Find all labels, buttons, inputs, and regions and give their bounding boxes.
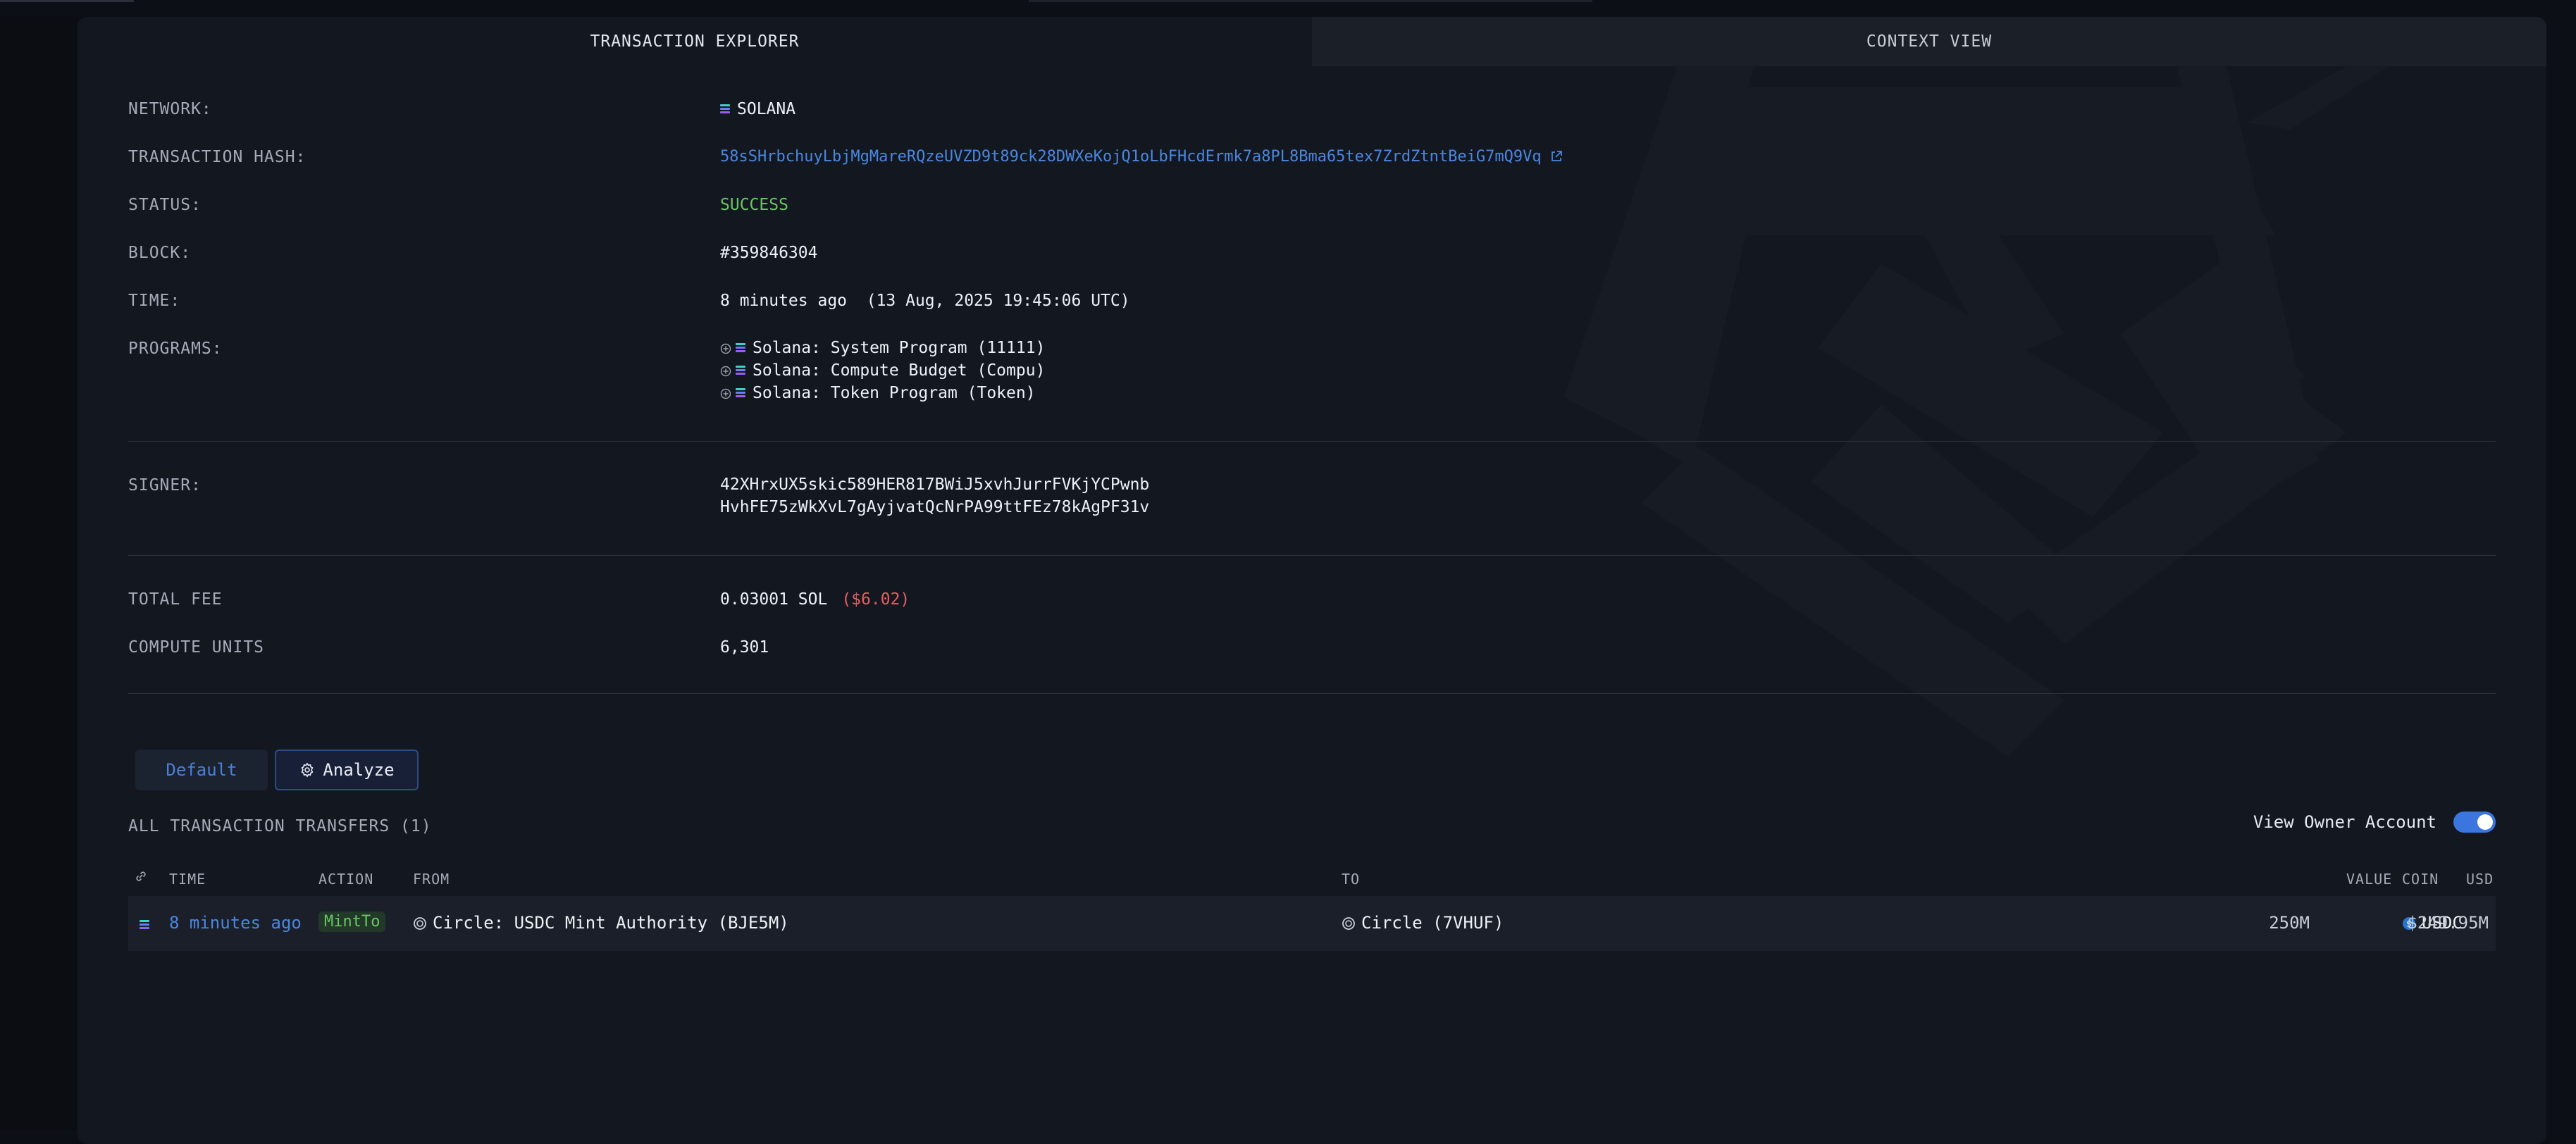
col-usd[interactable]: USD bbox=[2466, 871, 2494, 888]
owner-account-toggle[interactable] bbox=[2453, 812, 2496, 833]
analyze-button[interactable]: Analyze bbox=[275, 750, 419, 790]
circle-logo-icon bbox=[414, 917, 426, 930]
transaction-hash-link[interactable]: 58sSHrbchuyLbjMgMareRQzeUVZD9t89ck28DWXe… bbox=[720, 148, 1563, 166]
programs-label: PROGRAMS: bbox=[128, 340, 223, 358]
row-time: TIME: 8 minutes ago (13 Aug, 2025 19:45:… bbox=[128, 292, 2496, 320]
row-time-link[interactable]: 8 minutes ago bbox=[169, 913, 302, 933]
transaction-panel: TRANSACTION EXPLORER CONTEXT VIEW NETWOR… bbox=[78, 17, 2546, 1144]
owner-toggle-label: View Owner Account bbox=[2253, 812, 2436, 832]
link-icon bbox=[134, 869, 148, 887]
plus-circle-icon[interactable] bbox=[720, 366, 731, 377]
owner-account-toggle-group: View Owner Account bbox=[2253, 812, 2496, 833]
compute-value: 6,301 bbox=[720, 638, 769, 657]
row-signer: SIGNER: 42XHrxUX5skic589HER817BWiJ5xvhJu… bbox=[128, 473, 2496, 533]
signer-label: SIGNER: bbox=[128, 476, 202, 495]
tab-bar: TRANSACTION EXPLORER CONTEXT VIEW bbox=[78, 17, 2546, 66]
status-badge: SUCCESS bbox=[720, 196, 788, 214]
action-badge: MintTo bbox=[318, 912, 386, 932]
row-network: NETWORK: SOLANA bbox=[128, 100, 2496, 128]
to-address[interactable]: Circle (7VHUF) bbox=[1342, 913, 1504, 933]
plus-circle-icon[interactable] bbox=[720, 388, 731, 399]
col-to[interactable]: TO bbox=[1342, 871, 1360, 888]
default-button[interactable]: Default bbox=[135, 750, 268, 790]
fee-usd: ($6.02) bbox=[841, 590, 910, 609]
external-link-icon[interactable] bbox=[1550, 150, 1563, 163]
transfers-title: ALL TRANSACTION TRANSFERS (1) bbox=[128, 817, 432, 835]
row-value: 250M bbox=[2269, 913, 2310, 933]
signer-value[interactable]: 42XHrxUX5skic589HER817BWiJ5xvhJurrFVKjYC… bbox=[720, 473, 1149, 518]
fee-label: TOTAL FEE bbox=[128, 590, 223, 609]
solana-icon bbox=[736, 342, 745, 354]
col-from[interactable]: FROM bbox=[413, 871, 450, 888]
time-label: TIME: bbox=[128, 292, 181, 310]
row-compute-units: COMPUTE UNITS 6,301 bbox=[128, 638, 2496, 666]
toggle-knob bbox=[2477, 814, 2493, 830]
solana-icon bbox=[140, 914, 149, 934]
status-label: STATUS: bbox=[128, 196, 202, 214]
program-item[interactable]: Solana: Compute Budget (Compu) bbox=[720, 359, 1045, 382]
tab-transaction-explorer[interactable]: TRANSACTION EXPLORER bbox=[78, 17, 1312, 66]
compute-label: COMPUTE UNITS bbox=[128, 638, 265, 657]
divider bbox=[128, 555, 2496, 556]
circle-logo-icon bbox=[1342, 917, 1355, 930]
row-status: STATUS: SUCCESS bbox=[128, 196, 2496, 224]
fee-value: 0.03001 SOL ($6.02) bbox=[720, 590, 910, 609]
row-block: BLOCK: #359846304 bbox=[128, 244, 2496, 272]
from-address[interactable]: Circle: USDC Mint Authority (BJE5M) bbox=[413, 913, 789, 933]
plus-circle-icon[interactable] bbox=[720, 343, 731, 354]
col-value[interactable]: VALUE bbox=[2346, 871, 2392, 888]
programs-list: Solana: System Program (11111) Solana: C… bbox=[720, 337, 1045, 404]
gear-icon bbox=[301, 762, 314, 778]
transfers-table-header: TIME ACTION FROM TO VALUE COIN USD bbox=[128, 868, 2496, 896]
col-time[interactable]: TIME bbox=[169, 871, 206, 888]
hash-label: TRANSACTION HASH: bbox=[128, 148, 306, 166]
time-value: 8 minutes ago (13 Aug, 2025 19:45:06 UTC… bbox=[720, 292, 1130, 310]
watermark-logo bbox=[1564, 66, 2389, 757]
solana-icon bbox=[720, 104, 730, 115]
table-row[interactable]: 8 minutes ago MintTo Circle: USDC Mint A… bbox=[128, 896, 2496, 951]
solana-icon bbox=[736, 365, 745, 376]
block-label: BLOCK: bbox=[128, 244, 192, 262]
divider bbox=[128, 441, 2496, 442]
program-item[interactable]: Solana: System Program (11111) bbox=[720, 337, 1045, 359]
row-transaction-hash: TRANSACTION HASH: 58sSHrbchuyLbjMgMareRQ… bbox=[128, 148, 2496, 176]
program-item[interactable]: Solana: Token Program (Token) bbox=[720, 382, 1045, 404]
network-label: NETWORK: bbox=[128, 100, 212, 118]
row-programs: PROGRAMS: Solana: System Program (11111)… bbox=[128, 337, 2496, 424]
top-strip bbox=[0, 0, 2576, 15]
network-value: SOLANA bbox=[720, 100, 795, 118]
col-coin[interactable]: COIN bbox=[2402, 871, 2439, 888]
block-value: #359846304 bbox=[720, 244, 818, 262]
left-gutter bbox=[0, 15, 78, 1130]
row-total-fee: TOTAL FEE 0.03001 SOL ($6.02) bbox=[128, 590, 2496, 618]
tab-context-view[interactable]: CONTEXT VIEW bbox=[1312, 17, 2546, 66]
col-action[interactable]: ACTION bbox=[318, 871, 373, 888]
row-usd: $249.95M bbox=[2407, 913, 2489, 933]
solana-icon bbox=[736, 387, 745, 399]
divider bbox=[128, 693, 2496, 694]
